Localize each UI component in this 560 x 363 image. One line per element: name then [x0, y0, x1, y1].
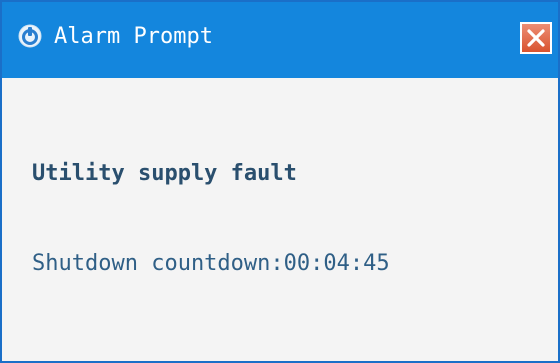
alarm-message: Utility supply fault — [32, 161, 297, 186]
title-bar[interactable]: Alarm Prompt — [2, 2, 558, 78]
power-icon — [18, 24, 42, 48]
window-title: Alarm Prompt — [54, 24, 213, 49]
countdown-value: 00:04:45 — [283, 251, 390, 276]
close-icon — [527, 29, 545, 47]
countdown-label: Shutdown countdown: — [32, 251, 284, 276]
alarm-prompt-window: Alarm Prompt Utility supply fault Shutdo… — [0, 0, 560, 363]
close-button[interactable] — [520, 22, 552, 54]
shutdown-countdown: Shutdown countdown:00:04:45 — [32, 250, 390, 278]
alarm-content: Utility supply fault Shutdown countdown:… — [2, 78, 558, 361]
